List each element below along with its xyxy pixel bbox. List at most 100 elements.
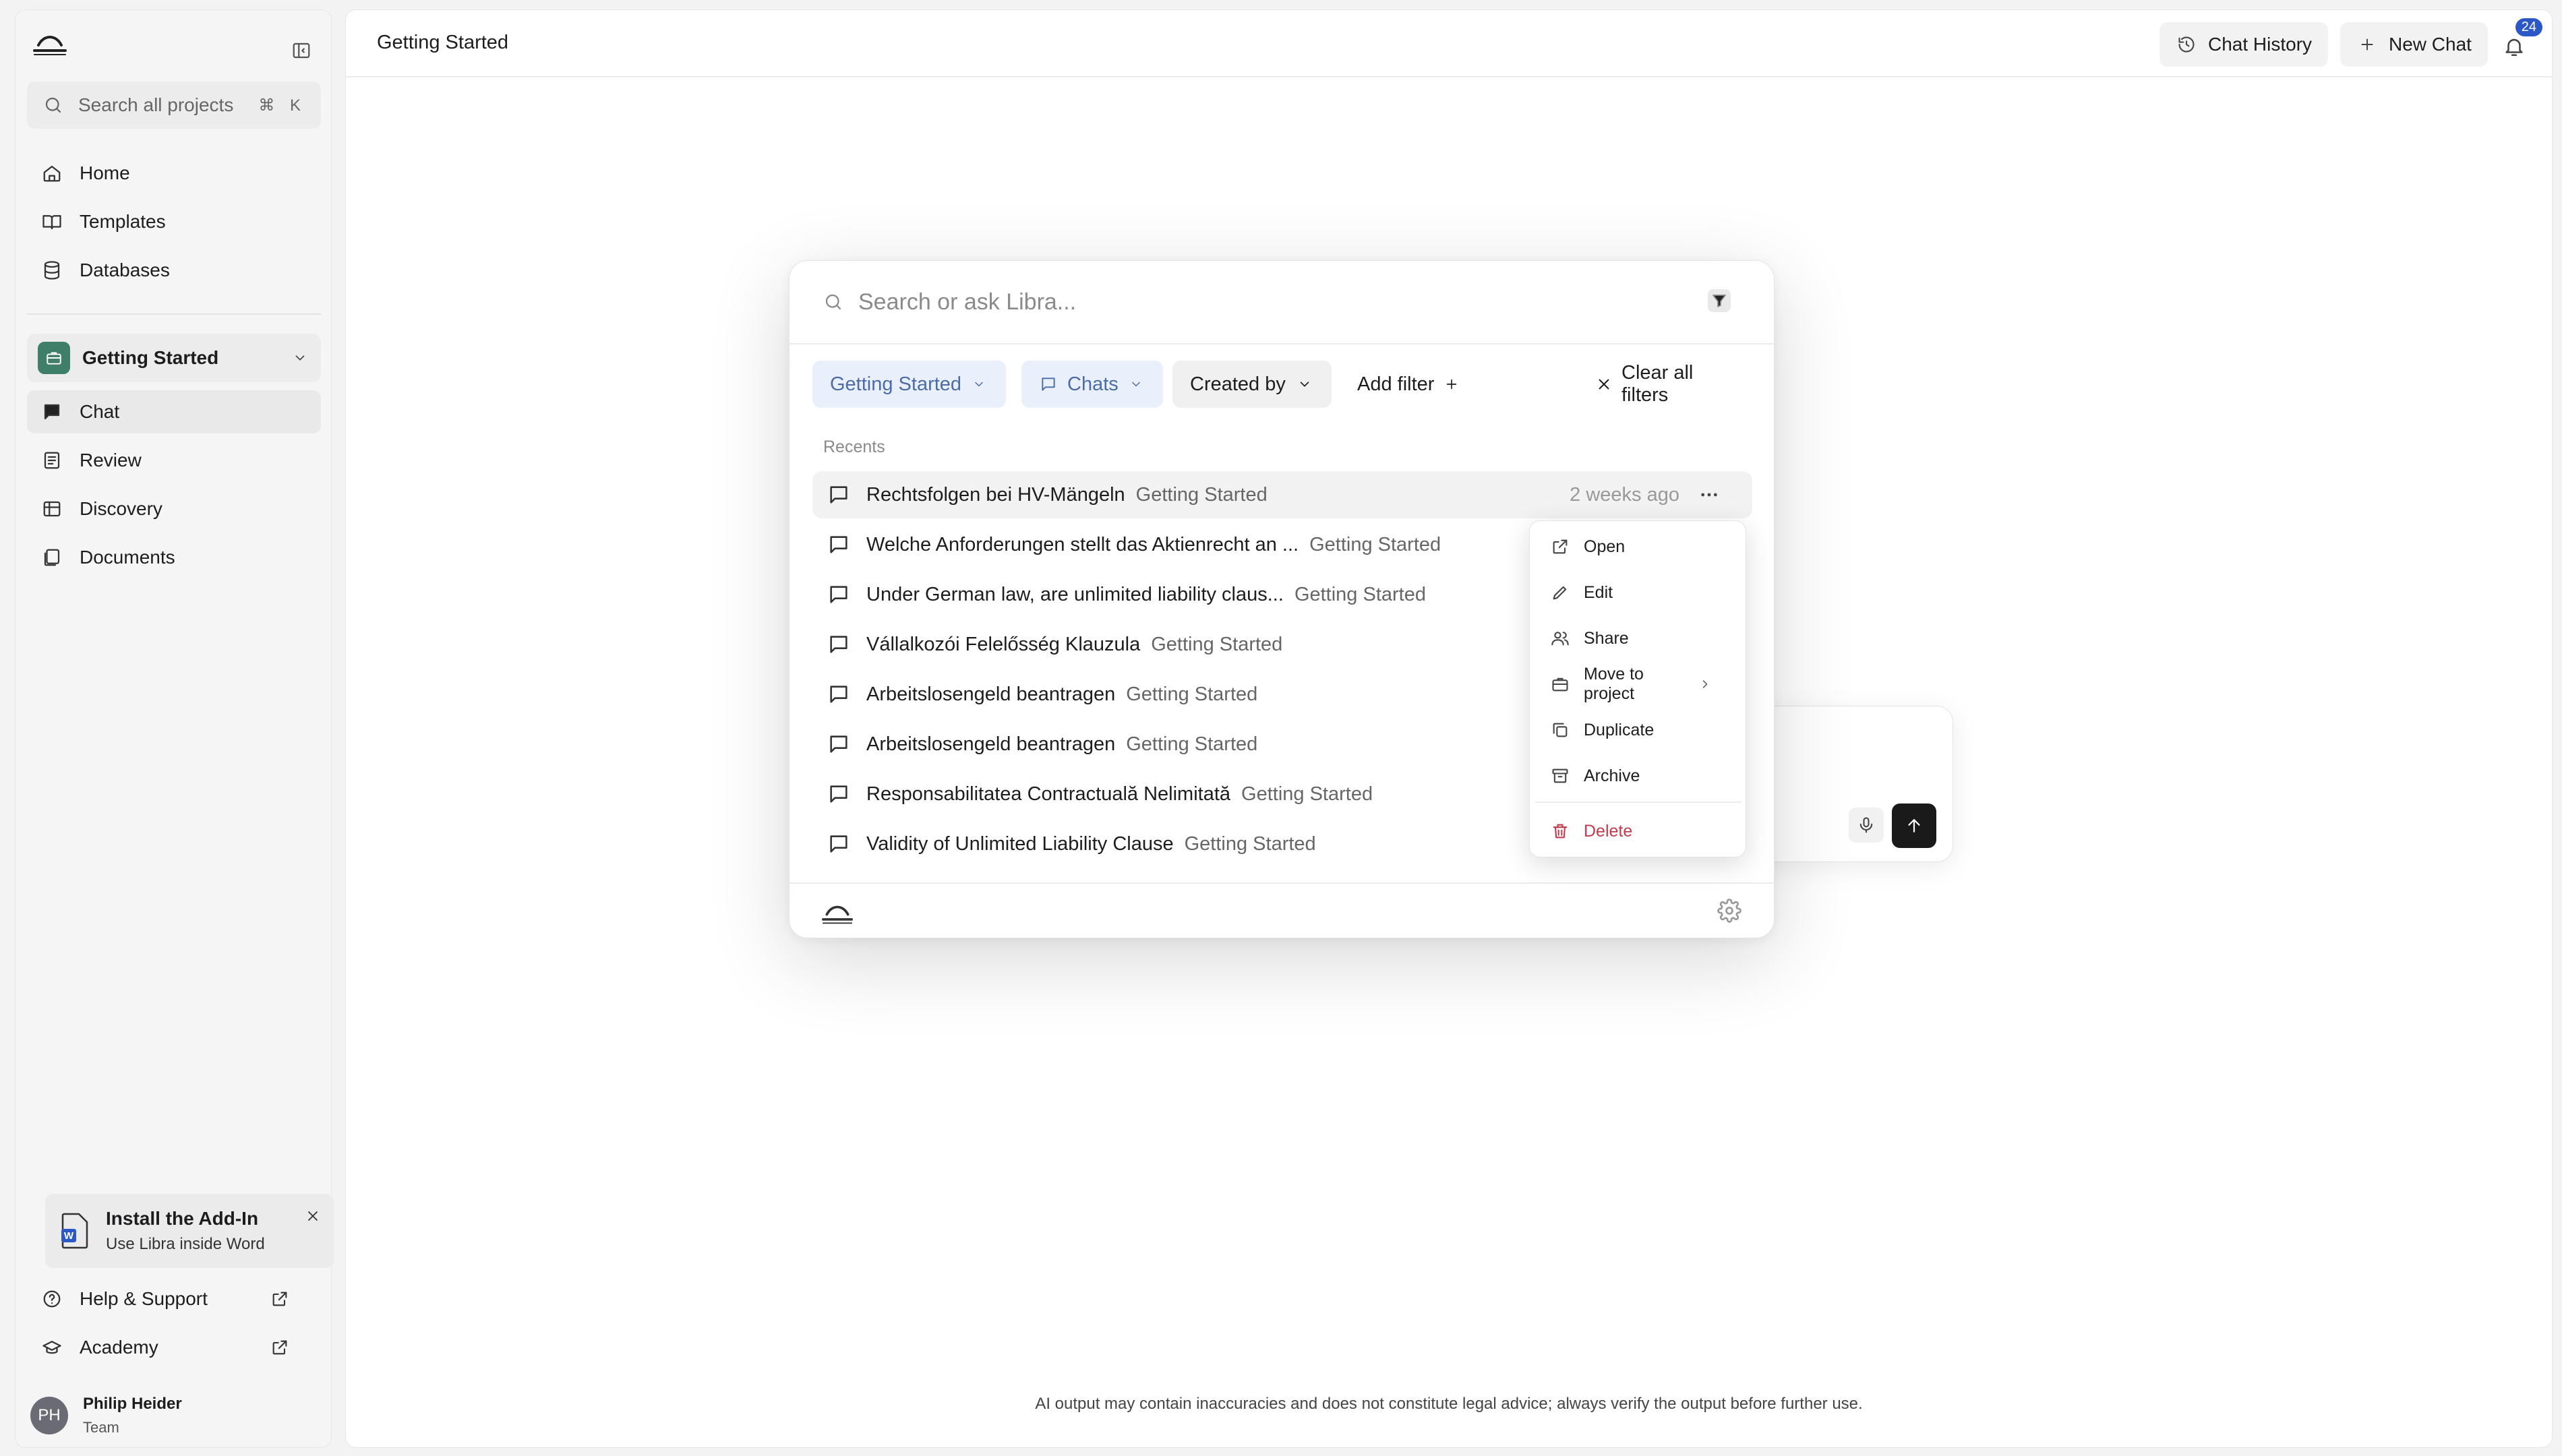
new-chat-label: New Chat bbox=[2389, 34, 2472, 55]
chip-label: Add filter bbox=[1357, 373, 1435, 395]
svg-text:W: W bbox=[64, 1230, 74, 1242]
chat-bubble-icon bbox=[826, 781, 852, 807]
project-name: Getting Started bbox=[82, 347, 219, 368]
help-icon bbox=[40, 1287, 63, 1310]
addin-subtitle: Use Libra inside Word bbox=[106, 1235, 265, 1253]
new-chat-button[interactable]: New Chat bbox=[2340, 22, 2488, 67]
result-title: Arbeitslosengeld beantragen bbox=[866, 733, 1116, 755]
review-icon bbox=[40, 449, 63, 472]
menu-item-delete[interactable]: Delete bbox=[1535, 811, 1741, 851]
chat-history-button[interactable]: Chat History bbox=[2159, 22, 2329, 67]
sidebar-item-label: Databases bbox=[80, 260, 170, 280]
filter-bar: Getting Started Chats Created by Add fil… bbox=[812, 361, 1756, 408]
menu-item-open[interactable]: Open bbox=[1535, 526, 1741, 567]
sidebar-item-label: Review bbox=[80, 450, 142, 471]
menu-divider bbox=[1535, 801, 1741, 803]
created-by-filter-chip[interactable]: Created by bbox=[1172, 361, 1332, 408]
user-profile[interactable]: PH Philip Heider Team bbox=[30, 1395, 182, 1436]
result-title: Welche Anforderungen stellt das Aktienre… bbox=[866, 533, 1299, 555]
result-project: Getting Started bbox=[1126, 683, 1258, 705]
result-project: Getting Started bbox=[1135, 483, 1268, 506]
sidebar-item-documents[interactable]: Documents bbox=[27, 536, 321, 579]
sidebar: Search all projects ⌘ K Home Templates D… bbox=[15, 9, 334, 1448]
search-icon bbox=[822, 291, 845, 313]
search-icon bbox=[42, 94, 65, 117]
menu-item-share[interactable]: Share bbox=[1535, 618, 1741, 659]
result-title: Rechtsfolgen bei HV-Mängeln bbox=[866, 483, 1125, 506]
type-filter-chip[interactable]: Chats bbox=[1021, 361, 1163, 408]
top-bar: Getting Started Chat History New Chat 24 bbox=[346, 10, 2552, 78]
chevron-down-icon bbox=[970, 375, 988, 394]
menu-item-label: Duplicate bbox=[1584, 720, 1655, 739]
menu-item-label: Delete bbox=[1584, 821, 1633, 841]
result-project: Getting Started bbox=[1294, 583, 1426, 605]
filter-icon[interactable] bbox=[1708, 289, 1731, 312]
sidebar-item-label: Academy bbox=[80, 1337, 158, 1358]
sidebar-item-templates[interactable]: Templates bbox=[27, 200, 321, 243]
send-icon[interactable] bbox=[1892, 803, 1936, 848]
sidebar-item-chat[interactable]: Chat bbox=[27, 390, 321, 433]
sidebar-item-label: Help & Support bbox=[80, 1288, 208, 1309]
menu-item-duplicate[interactable]: Duplicate bbox=[1535, 710, 1741, 750]
external-link-icon bbox=[1550, 537, 1570, 557]
palette-search-input[interactable] bbox=[858, 289, 1600, 315]
addin-banner[interactable]: W Install the Add-In Use Libra inside Wo… bbox=[45, 1194, 334, 1268]
chip-label: Chats bbox=[1067, 373, 1119, 395]
sidebar-item-databases[interactable]: Databases bbox=[27, 249, 321, 292]
addin-text: Install the Add-In Use Libra inside Word bbox=[106, 1208, 265, 1254]
documents-icon bbox=[40, 546, 63, 569]
plus-icon bbox=[1442, 375, 1461, 394]
chat-bubble-icon bbox=[826, 532, 852, 557]
help-support-link[interactable]: Help & Support bbox=[27, 1277, 321, 1321]
menu-item-archive[interactable]: Archive bbox=[1535, 756, 1741, 796]
sidebar-item-label: Documents bbox=[80, 547, 175, 568]
sidebar-search-input[interactable]: Search all projects ⌘ K bbox=[27, 82, 321, 129]
history-icon bbox=[2176, 34, 2197, 55]
result-project: Getting Started bbox=[1309, 533, 1441, 555]
more-options-icon[interactable] bbox=[1694, 480, 1724, 510]
menu-item-edit[interactable]: Edit bbox=[1535, 572, 1741, 613]
chat-bubble-icon bbox=[826, 831, 852, 857]
clear-filters-button[interactable]: Clear all filters bbox=[1577, 361, 1756, 408]
notification-badge: 24 bbox=[2515, 18, 2542, 36]
libra-logo-icon[interactable] bbox=[32, 25, 68, 59]
user-name: Philip Heider bbox=[83, 1395, 182, 1413]
briefcase-icon bbox=[1550, 674, 1570, 694]
result-project: Getting Started bbox=[1151, 633, 1283, 655]
project-filter-chip[interactable]: Getting Started bbox=[812, 361, 1007, 408]
result-time: 2 weeks ago bbox=[1570, 483, 1679, 506]
sidebar-item-home[interactable]: Home bbox=[27, 152, 321, 195]
menu-item-label: Move to project bbox=[1584, 665, 1644, 703]
chevron-right-icon bbox=[1697, 676, 1713, 692]
libra-logo-icon bbox=[821, 896, 854, 927]
search-shortcut: ⌘ K bbox=[258, 96, 306, 115]
chevron-down-icon bbox=[1295, 375, 1314, 394]
menu-item-label: Archive bbox=[1584, 766, 1640, 785]
sidebar-collapse-icon[interactable] bbox=[288, 37, 315, 64]
menu-item-move-to-project[interactable]: Move to project bbox=[1535, 664, 1741, 704]
sidebar-search-placeholder: Search all projects bbox=[78, 94, 234, 115]
gear-icon[interactable] bbox=[1716, 897, 1743, 924]
plus-icon bbox=[2356, 34, 2378, 55]
menu-item-label: Share bbox=[1584, 628, 1629, 648]
result-project: Getting Started bbox=[1184, 832, 1316, 855]
chat-icon bbox=[40, 400, 63, 423]
chat-bubble-icon bbox=[826, 681, 852, 707]
list-item[interactable]: Rechtsfolgen bei HV-Mängeln Getting Star… bbox=[812, 471, 1752, 518]
result-title: Vállalkozói Felelősség Klauzula bbox=[866, 633, 1141, 655]
chat-bubble-icon bbox=[826, 731, 852, 757]
academy-link[interactable]: Academy bbox=[27, 1326, 321, 1369]
sidebar-item-discovery[interactable]: Discovery bbox=[27, 487, 321, 530]
chip-label: Clear all filters bbox=[1621, 362, 1694, 406]
sidebar-item-review[interactable]: Review bbox=[27, 439, 321, 482]
menu-item-label: Edit bbox=[1584, 582, 1613, 602]
close-icon[interactable] bbox=[303, 1206, 323, 1226]
sidebar-item-label: Home bbox=[80, 162, 130, 183]
archive-icon bbox=[1550, 766, 1570, 786]
project-selector[interactable]: Getting Started bbox=[27, 334, 321, 382]
home-icon bbox=[40, 162, 63, 185]
microphone-icon[interactable] bbox=[1849, 808, 1884, 843]
menu-item-label: Open bbox=[1584, 537, 1626, 556]
add-filter-button[interactable]: Add filter bbox=[1340, 361, 1479, 408]
palette-footer bbox=[790, 882, 1774, 939]
